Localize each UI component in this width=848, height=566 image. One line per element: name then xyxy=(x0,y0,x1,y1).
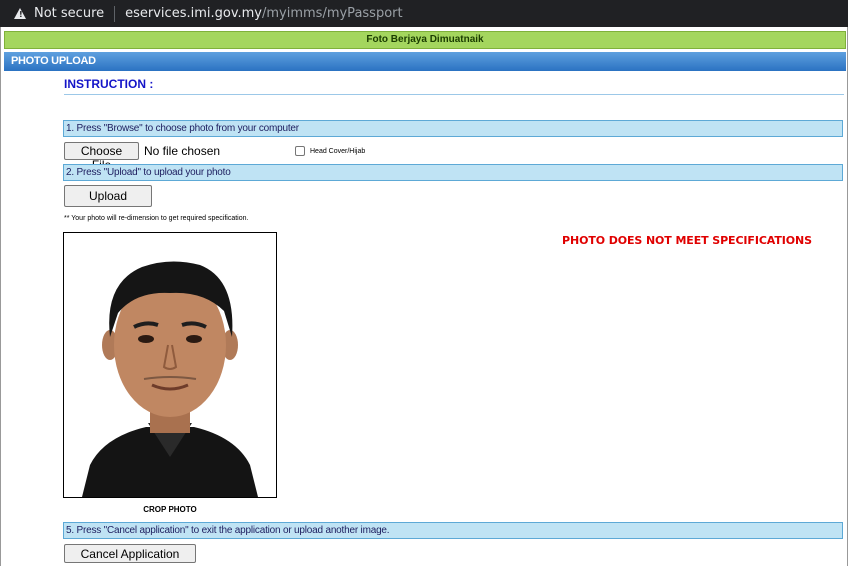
url-host[interactable]: eservices.imi.gov.my xyxy=(125,6,262,21)
upload-button[interactable]: Upload xyxy=(64,185,152,207)
page-frame: Foto Berjaya Dimuatnaik PHOTO UPLOAD INS… xyxy=(0,27,848,566)
no-file-text: No file chosen xyxy=(144,144,221,158)
address-divider xyxy=(114,5,116,22)
head-cover-label: Head Cover/Hijab xyxy=(310,148,366,155)
head-cover-checkbox[interactable] xyxy=(295,146,305,156)
step-2-label: 2. Press "Upload" to upload your photo xyxy=(63,164,843,181)
resize-note: ** Your photo will re-dimension to get r… xyxy=(64,215,249,222)
instruction-divider xyxy=(64,94,844,95)
step-5-label: 5. Press "Cancel application" to exit th… xyxy=(63,522,843,539)
success-banner: Foto Berjaya Dimuatnaik xyxy=(4,31,846,49)
step-1-label: 1. Press "Browse" to choose photo from y… xyxy=(63,120,843,137)
choose-file-button[interactable]: Choose File xyxy=(64,142,139,172)
crop-photo-caption: CROP PHOTO xyxy=(143,505,197,514)
section-header: PHOTO UPLOAD xyxy=(4,52,846,71)
security-label[interactable]: Not secure xyxy=(34,6,104,21)
specification-error: PHOTO DOES NOT MEET SPECIFICATIONS xyxy=(562,234,812,247)
warning-icon[interactable]: ! xyxy=(14,8,26,19)
address-bar[interactable]: ! Not secure eservices.imi.gov.my /myimm… xyxy=(0,0,848,27)
instruction-title: INSTRUCTION : xyxy=(64,77,154,91)
uploaded-photo xyxy=(63,232,277,498)
cancel-application-button[interactable]: Cancel Application xyxy=(64,544,196,563)
portrait-image xyxy=(64,233,276,497)
url-path[interactable]: /myimms/myPassport xyxy=(262,6,403,21)
